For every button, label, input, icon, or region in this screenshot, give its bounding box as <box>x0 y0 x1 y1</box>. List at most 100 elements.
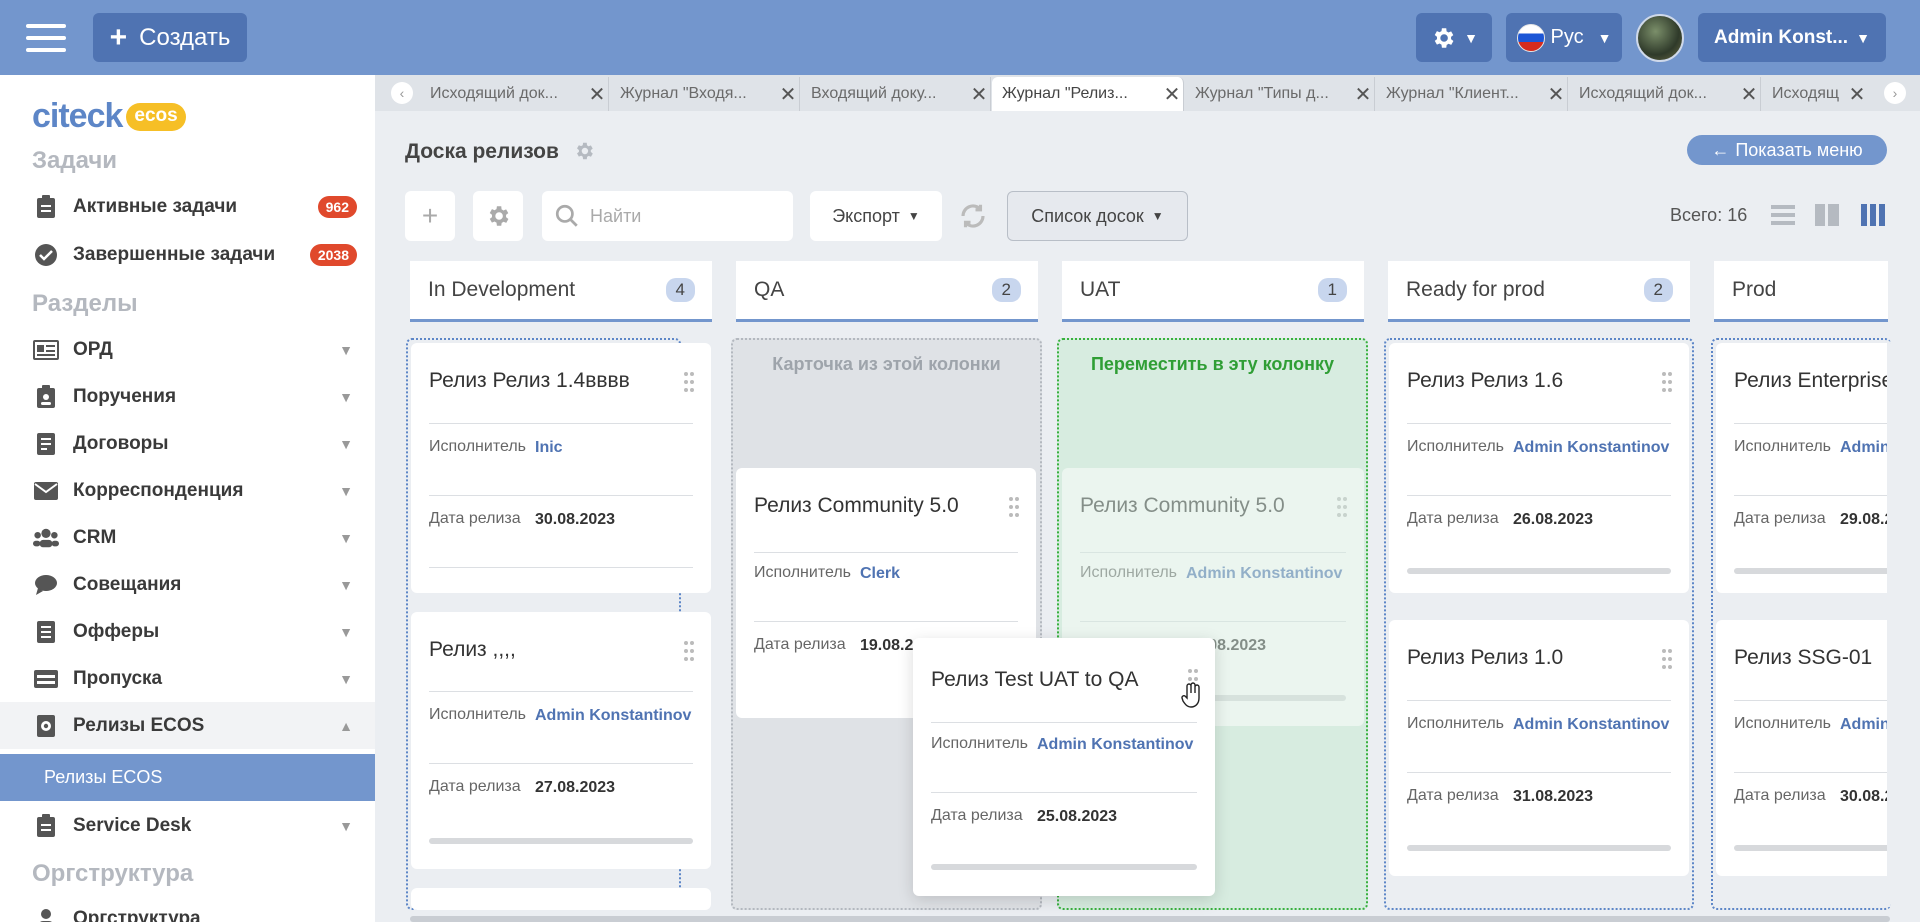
tab-outgoing-doc-3[interactable]: Исходящ ✕ <box>1762 77 1868 111</box>
users-icon <box>33 525 59 551</box>
drag-handle-icon[interactable] <box>683 371 695 393</box>
sidebar-item-completed-tasks[interactable]: Завершенные задачи 2038 <box>0 231 375 278</box>
create-button[interactable]: + Создать <box>93 13 247 62</box>
close-icon[interactable]: ✕ <box>1545 82 1567 107</box>
sidebar-item-org-structure[interactable]: Оргструктура <box>0 895 375 922</box>
clipboard-user-icon <box>33 384 59 410</box>
close-icon[interactable]: ✕ <box>586 82 608 107</box>
card-divider <box>1407 772 1671 773</box>
sidebar-item-contracts[interactable]: Договоры ▼ <box>0 420 375 467</box>
drag-handle-icon[interactable] <box>1008 496 1020 518</box>
release-card[interactable]: Релиз Enterprise Исполнитель Admin Дата … <box>1716 343 1887 593</box>
tab-outgoing-doc-2[interactable]: Исходящий док... ✕ <box>1569 77 1761 111</box>
drag-handle-icon[interactable] <box>683 640 695 662</box>
tabs-scroll-left-icon[interactable]: ‹ <box>391 82 413 104</box>
sidebar-item-releases[interactable]: Релизы ECOS ▲ <box>0 702 375 749</box>
executor-link[interactable]: Admin Konstantinov <box>1513 716 1669 734</box>
chevron-down-icon: ▼ <box>907 209 920 223</box>
progress-bar <box>429 838 693 844</box>
executor-link[interactable]: Admin <box>1840 716 1887 734</box>
tab-releases-journal[interactable]: Журнал "Релиз... ✕ <box>992 77 1184 111</box>
drag-handle-icon <box>1337 497 1347 517</box>
tab-clients-journal[interactable]: Журнал "Клиент... ✕ <box>1376 77 1568 111</box>
chevron-down-icon: ▼ <box>339 817 353 834</box>
preview-view-icon[interactable] <box>1813 201 1841 229</box>
executor-link[interactable]: Clerk <box>860 565 900 583</box>
card-divider <box>754 621 1018 622</box>
close-icon[interactable]: ✕ <box>1352 82 1374 107</box>
close-icon[interactable]: ✕ <box>777 82 799 107</box>
chevron-down-icon: ▼ <box>1856 29 1870 46</box>
executor-link[interactable]: Admin Konstantinov <box>1037 736 1193 754</box>
hamburger-menu-icon[interactable] <box>26 24 66 52</box>
release-card-dragging[interactable]: Релиз Test UAT to QA Исполнитель Admin K… <box>913 638 1215 896</box>
card-divider <box>931 792 1197 793</box>
executor-link[interactable]: Inic <box>535 439 563 457</box>
card-divider <box>429 423 693 424</box>
tab-bar: ‹ Исходящий док... ✕ Журнал "Входя... ✕ … <box>375 75 1920 111</box>
chevron-down-icon: ▼ <box>339 482 353 499</box>
sidebar-item-active-tasks[interactable]: Активные задачи 962 <box>0 183 375 230</box>
tabs-scroll-right-icon[interactable]: › <box>1884 82 1906 104</box>
avatar[interactable] <box>1636 14 1684 62</box>
user-menu-button[interactable]: Admin Konst... ▼ <box>1698 13 1886 62</box>
card-divider <box>1734 423 1887 424</box>
sidebar-item-offers[interactable]: Офферы ▼ <box>0 608 375 655</box>
sidebar-item-crm[interactable]: CRM ▼ <box>0 514 375 561</box>
sidebar-subitem-releases[interactable]: Релизы ECOS <box>0 754 375 801</box>
list-view-icon[interactable] <box>1769 201 1797 229</box>
add-card-button[interactable]: + <box>405 191 455 241</box>
release-card[interactable]: Релиз Релиз 1.4вввв Исполнитель Inic Дат… <box>411 343 711 593</box>
search-input[interactable] <box>590 205 780 227</box>
page-title: Доска релизов <box>405 140 559 163</box>
executor-link[interactable]: Admin Konstantinov <box>1513 439 1669 457</box>
kanban-view-icon[interactable] <box>1859 201 1887 229</box>
progress-bar <box>931 864 1197 870</box>
release-card[interactable]: Релиз SSG-01 Исполнитель Admin Дата рели… <box>1716 620 1887 876</box>
language-button[interactable]: Рус ▼ <box>1506 13 1622 62</box>
tab-doc-types-journal[interactable]: Журнал "Типы д... ✕ <box>1185 77 1375 111</box>
progress-bar <box>1734 845 1887 851</box>
executor-link[interactable]: Admin <box>1840 439 1887 457</box>
release-card[interactable] <box>411 888 711 910</box>
newspaper-icon <box>33 337 59 363</box>
sidebar-item-ord[interactable]: ОРД ▼ <box>0 326 375 373</box>
board-settings-button[interactable] <box>473 191 523 241</box>
sidebar-item-passes[interactable]: Пропуска ▼ <box>0 655 375 702</box>
release-card[interactable]: Релиз Релиз 1.6 Исполнитель Admin Konsta… <box>1389 343 1689 593</box>
logo[interactable]: citeck ecos <box>32 97 186 136</box>
column-header-qa: QA 2 <box>736 261 1038 322</box>
sidebar-item-meetings[interactable]: Совещания ▼ <box>0 561 375 608</box>
document-list-icon <box>33 619 59 645</box>
chevron-down-icon: ▼ <box>1151 209 1164 223</box>
boards-list-button[interactable]: Список досок ▼ <box>1007 191 1188 241</box>
board-settings-gear-icon[interactable] <box>573 140 595 162</box>
chevron-down-icon: ▼ <box>339 529 353 546</box>
close-icon[interactable]: ✕ <box>1161 82 1183 107</box>
sidebar-item-service-desk[interactable]: Service Desk ▼ <box>0 802 375 849</box>
horizontal-scrollbar[interactable] <box>410 916 1890 922</box>
card-divider <box>1734 495 1887 496</box>
chevron-down-icon: ▼ <box>339 388 353 405</box>
refresh-icon[interactable] <box>958 201 988 231</box>
settings-button[interactable]: ▼ <box>1416 13 1492 62</box>
chevron-down-icon: ▼ <box>339 341 353 358</box>
executor-link[interactable]: Admin Konstantinov <box>535 707 691 725</box>
show-menu-button[interactable]: ← Показать меню <box>1687 135 1887 165</box>
close-icon[interactable]: ✕ <box>1846 82 1868 107</box>
sidebar-item-orders[interactable]: Поручения ▼ <box>0 373 375 420</box>
tab-incoming-journal[interactable]: Журнал "Входя... ✕ <box>610 77 800 111</box>
close-icon[interactable]: ✕ <box>1738 82 1760 107</box>
tab-incoming-doc[interactable]: Входящий доку... ✕ <box>801 77 991 111</box>
search-box <box>542 191 793 241</box>
release-card[interactable]: Релиз Релиз 1.0 Исполнитель Admin Konsta… <box>1389 620 1689 876</box>
tab-outgoing-doc-1[interactable]: Исходящий док... ✕ <box>420 77 609 111</box>
release-card[interactable]: Релиз ,,,, Исполнитель Admin Konstantino… <box>411 612 711 869</box>
close-icon[interactable]: ✕ <box>968 82 990 107</box>
drag-handle-icon[interactable] <box>1661 371 1673 393</box>
progress-bar <box>1734 568 1887 574</box>
chevron-down-icon: ▼ <box>339 435 353 452</box>
sidebar-item-correspondence[interactable]: Корреспонденция ▼ <box>0 467 375 514</box>
export-button[interactable]: Экспорт ▼ <box>810 191 942 241</box>
drag-handle-icon[interactable] <box>1661 648 1673 670</box>
